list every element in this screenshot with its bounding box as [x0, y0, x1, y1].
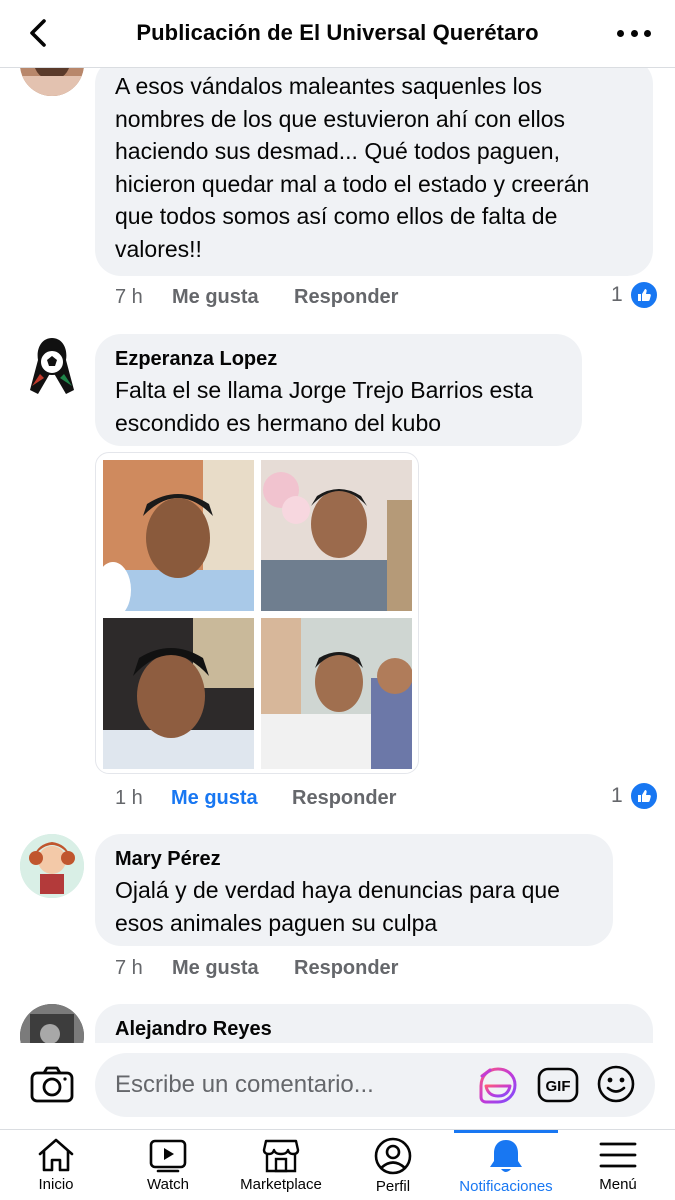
- reaction-count[interactable]: 1: [611, 781, 659, 811]
- comment-text: Falta el se llama Jorge Trejo Barrios es…: [115, 374, 585, 439]
- comment-line: valores!!: [115, 235, 202, 262]
- tab-label: Notificaciones: [459, 1178, 553, 1195]
- tab-label: Watch: [147, 1176, 189, 1193]
- photo[interactable]: [103, 460, 254, 611]
- like-button[interactable]: Me gusta: [171, 787, 258, 810]
- menu-icon: [599, 1142, 637, 1168]
- comment-bubble[interactable]: A esos vándalos maleantes saquenles los …: [95, 68, 653, 276]
- comment-author[interactable]: Ezperanza Lopez: [115, 348, 277, 371]
- photo[interactable]: [103, 618, 254, 769]
- watch-icon: [149, 1139, 187, 1173]
- reply-button[interactable]: Responder: [292, 787, 396, 810]
- comment-text: A esos vándalos maleantes saquenles los …: [115, 70, 645, 265]
- dot: [617, 29, 624, 37]
- comment-line: hicieron quedar mal a todo el estado y c…: [115, 170, 590, 197]
- comment-line: escondido es hermano del kubo: [115, 409, 442, 436]
- profile-icon: [374, 1137, 412, 1175]
- dot: [644, 29, 651, 37]
- tab-inicio[interactable]: Inicio: [22, 1130, 90, 1200]
- sticker-button[interactable]: [478, 1066, 518, 1106]
- thumbs-up-icon: [628, 781, 659, 811]
- avatar[interactable]: [22, 334, 82, 398]
- tab-label: Inicio: [38, 1176, 74, 1193]
- comment-bubble[interactable]: Alejandro Reyes: [95, 1004, 653, 1043]
- tab-label: Menú: [599, 1176, 637, 1193]
- soccer-ball-ribbon-icon: [30, 338, 74, 394]
- more-options-button[interactable]: [617, 20, 651, 46]
- photo-collage[interactable]: [95, 452, 419, 774]
- reaction-number: 1: [611, 283, 623, 306]
- photo[interactable]: [261, 618, 412, 769]
- marketplace-icon: [262, 1139, 300, 1173]
- reaction-count[interactable]: 1: [611, 280, 659, 310]
- like-button[interactable]: Me gusta: [172, 957, 259, 980]
- avatar[interactable]: [20, 1004, 84, 1043]
- tab-label: Marketplace: [240, 1176, 322, 1193]
- comment-time: 1 h: [115, 787, 143, 809]
- comment-time: 7 h: [115, 957, 143, 979]
- comment-line: A esos vándalos maleantes saquenles los: [115, 73, 543, 99]
- home-icon: [38, 1138, 74, 1172]
- page-title: Publicación de El Universal Querétaro: [136, 20, 539, 45]
- comment-line: haciendo sus desmad... Qué todos paguen,: [115, 138, 560, 164]
- dot: [630, 29, 638, 37]
- tab-menu[interactable]: Menú: [584, 1130, 652, 1200]
- comment-author[interactable]: Alejandro Reyes: [115, 1018, 272, 1041]
- comment-time: 7 h: [115, 286, 143, 308]
- emoji-button[interactable]: [596, 1064, 636, 1104]
- comment-line: Ojalá y de verdad haya denuncias para qu…: [115, 877, 560, 903]
- bottom-tab-bar: Inicio Watch Marketplace Perfil Notifica…: [0, 1129, 675, 1200]
- gif-icon: GIF: [537, 1067, 579, 1103]
- sticker-icon: [479, 1067, 517, 1104]
- bell-icon: [490, 1140, 522, 1172]
- tab-perfil[interactable]: Perfil: [359, 1130, 427, 1200]
- thumbs-up-icon: [628, 280, 659, 310]
- reply-button[interactable]: Responder: [294, 286, 398, 309]
- tab-label: Perfil: [375, 1178, 411, 1195]
- tab-notificaciones[interactable]: Notificaciones: [452, 1130, 560, 1200]
- avatar[interactable]: [20, 834, 84, 898]
- smiley-icon: [597, 1065, 635, 1103]
- comment-text: Ojalá y de verdad haya denuncias para qu…: [115, 874, 610, 939]
- like-button[interactable]: Me gusta: [172, 286, 259, 309]
- comment-composer: GIF: [0, 1043, 675, 1129]
- gif-button[interactable]: GIF: [537, 1066, 579, 1104]
- comment-line: que todos somos así como ellos de falta …: [115, 203, 558, 229]
- svg-text:GIF: GIF: [546, 1078, 571, 1095]
- comment-line: esos animales paguen su culpa: [115, 909, 438, 936]
- photo[interactable]: [261, 460, 412, 611]
- camera-button[interactable]: [30, 1065, 74, 1105]
- comment-bubble[interactable]: Ezperanza Lopez Falta el se llama Jorge …: [95, 334, 582, 446]
- top-bar: Publicación de El Universal Querétaro: [0, 0, 675, 68]
- reaction-number: 1: [611, 784, 623, 807]
- comments-list: A esos vándalos maleantes saquenles los …: [0, 68, 675, 1043]
- tab-watch[interactable]: Watch: [134, 1130, 202, 1200]
- comment-line: Falta el se llama Jorge Trejo Barrios es…: [115, 377, 534, 403]
- tab-marketplace[interactable]: Marketplace: [232, 1130, 330, 1200]
- avatar[interactable]: [20, 68, 84, 96]
- comment-bubble[interactable]: Mary Pérez Ojalá y de verdad haya denunc…: [95, 834, 613, 946]
- comment-author[interactable]: Mary Pérez: [115, 848, 221, 871]
- comment-line: nombres de los que estuvieron ahí con el…: [115, 105, 566, 132]
- reply-button[interactable]: Responder: [294, 957, 398, 980]
- camera-icon: [30, 1066, 74, 1103]
